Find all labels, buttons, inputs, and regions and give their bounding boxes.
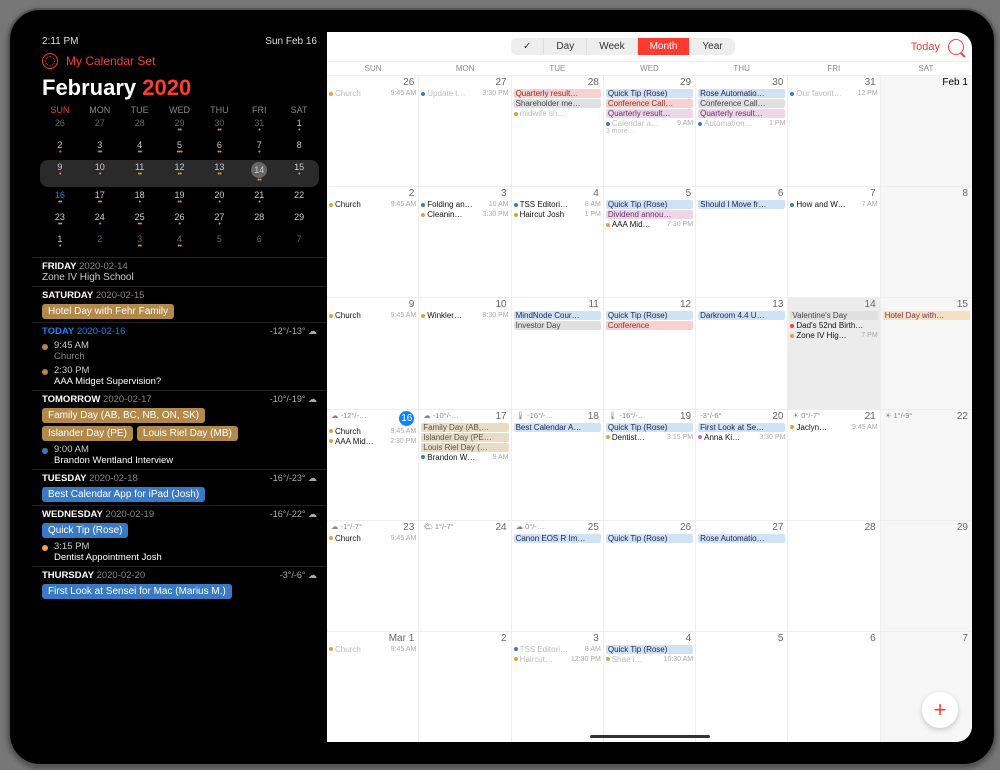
day-cell[interactable]: 7 bbox=[881, 632, 972, 742]
home-indicator bbox=[590, 735, 710, 738]
status-right: ◉ ▮ bbox=[930, 32, 964, 35]
day-cell[interactable]: 26Quick Tip (Rose) bbox=[604, 521, 696, 631]
day-cell[interactable]: 5 bbox=[696, 632, 788, 742]
day-cell[interactable]: 🌡 -16°/-…19Quick Tip (Rose)Dentist…3:15 … bbox=[604, 410, 696, 520]
day-cell[interactable]: 28Quarterly result…Shareholder me…midwif… bbox=[512, 76, 604, 186]
day-cell[interactable]: 29 bbox=[881, 521, 972, 631]
day-cell[interactable]: ☁ -1°/-7°23Church9:45 AM bbox=[327, 521, 419, 631]
sidebar: 2:11 PM Sun Feb 16 My Calendar Set Febru… bbox=[32, 32, 327, 742]
status-date: Sun Feb 16 bbox=[265, 36, 317, 47]
day-cell[interactable]: Feb 1 bbox=[881, 76, 972, 186]
day-cell[interactable]: 28 bbox=[788, 521, 880, 631]
day-cell[interactable]: 27Rose Automatio… bbox=[696, 521, 788, 631]
day-cell[interactable]: 5Quick Tip (Rose)Dividend annou…AAA Mid…… bbox=[604, 187, 696, 297]
day-cell[interactable]: 8 bbox=[881, 187, 972, 297]
view-segmented-control[interactable]: DayWeekMonthYear bbox=[511, 38, 735, 55]
ipad-frame: 2:11 PM Sun Feb 16 My Calendar Set Febru… bbox=[8, 8, 996, 766]
status-bar: 2:11 PM Sun Feb 16 bbox=[32, 32, 327, 49]
today-button[interactable]: Today bbox=[911, 41, 940, 53]
day-cell[interactable]: ☀ 1°/-9°22 bbox=[881, 410, 972, 520]
day-cell[interactable]: 14Valentine's DayDad's 52nd Birth…Zone I… bbox=[788, 298, 880, 408]
agenda-list[interactable]: FRIDAY 2020-02-14Zone IV High SchoolSATU… bbox=[32, 257, 327, 742]
day-cell[interactable]: Mar 1Church9:45 AM bbox=[327, 632, 419, 742]
day-cell[interactable]: 10Winkler…8:30 PM bbox=[419, 298, 511, 408]
search-icon[interactable] bbox=[948, 39, 964, 55]
view-seg-Day[interactable]: Day bbox=[544, 38, 587, 55]
month-title: February 2020 bbox=[32, 73, 327, 105]
month-grid[interactable]: 26Church9:45 AM27Update t…3:30 PM28Quart… bbox=[327, 75, 972, 742]
main-dow-header: SUNMONTUEWEDTHUFRISAT bbox=[327, 62, 972, 75]
screen: 2:11 PM Sun Feb 16 My Calendar Set Febru… bbox=[32, 32, 972, 742]
day-cell[interactable]: 11MindNode Cour…Investor Day bbox=[512, 298, 604, 408]
main-header: DayWeekMonthYear Today bbox=[327, 32, 972, 62]
day-cell[interactable]: 3Folding an…10 AMCleanin…3:30 PM bbox=[419, 187, 511, 297]
day-cell[interactable]: 🌡 -16°/-…18Best Calendar A… bbox=[512, 410, 604, 520]
day-cell[interactable]: 13Darkroom 4.4 U… bbox=[696, 298, 788, 408]
day-cell[interactable]: ☁ -12°/-…16Church9:45 AMAAA Mid…2:30 PM bbox=[327, 410, 419, 520]
day-cell[interactable]: 6Should I Move fr… bbox=[696, 187, 788, 297]
day-cell[interactable]: ☀ 0°/-7°21Jaclyn…9:45 AM bbox=[788, 410, 880, 520]
view-seg-Week[interactable]: Week bbox=[587, 38, 637, 55]
day-cell[interactable]: 30Rose Automatio…Conference Call…Quarter… bbox=[696, 76, 788, 186]
view-seg-check[interactable] bbox=[511, 38, 544, 55]
day-cell[interactable]: 27Update t…3:30 PM bbox=[419, 76, 511, 186]
status-time: 2:11 PM bbox=[42, 36, 79, 47]
view-seg-Month[interactable]: Month bbox=[638, 38, 691, 55]
add-event-button[interactable]: + bbox=[922, 692, 958, 728]
mini-calendar[interactable]: SUNMONTUEWEDTHUFRISAT26272829••30••31•1•… bbox=[32, 105, 327, 253]
day-cell[interactable]: 🌤 1°/-7°24 bbox=[419, 521, 511, 631]
day-cell[interactable]: -3°/-6°20First Look at Se…Anna Ki…3:30 P… bbox=[696, 410, 788, 520]
battery-icon: ▮ bbox=[948, 32, 954, 33]
day-cell[interactable]: 15Hotel Day with… bbox=[881, 298, 972, 408]
wifi-icon: ◉ bbox=[940, 32, 949, 33]
day-cell[interactable]: 31Our favorit…12 PM bbox=[788, 76, 880, 186]
day-cell[interactable]: 29Quick Tip (Rose)Conference Call…Quarte… bbox=[604, 76, 696, 186]
day-cell[interactable]: 4Quick Tip (Rose)Shae i…10:30 AM bbox=[604, 632, 696, 742]
view-seg-Year[interactable]: Year bbox=[690, 38, 734, 55]
day-cell[interactable]: 3TSS Editori…8 AMHaircut…12:30 PM bbox=[512, 632, 604, 742]
day-cell[interactable]: 7How and W…7 AM bbox=[788, 187, 880, 297]
day-cell[interactable]: 6 bbox=[788, 632, 880, 742]
settings-gear-icon[interactable] bbox=[42, 53, 58, 69]
day-cell[interactable]: ☁ 0°/-…25Canon EOS R Im… bbox=[512, 521, 604, 631]
day-cell[interactable]: 4TSS Editori…8 AMHaircut Josh1 PM bbox=[512, 187, 604, 297]
day-cell[interactable]: 2 bbox=[419, 632, 511, 742]
day-cell[interactable]: 9Church9:45 AM bbox=[327, 298, 419, 408]
main-panel: DayWeekMonthYear Today ◉ ▮ SUNMONTUEWEDT… bbox=[327, 32, 972, 742]
day-cell[interactable]: ☁ -10°/-…17Family Day (AB,…Islander Day … bbox=[419, 410, 511, 520]
calendar-set-button[interactable]: My Calendar Set bbox=[66, 54, 155, 68]
day-cell[interactable]: 12Quick Tip (Rose)Conference bbox=[604, 298, 696, 408]
day-cell[interactable]: 2Church9:45 AM bbox=[327, 187, 419, 297]
day-cell[interactable]: 26Church9:45 AM bbox=[327, 76, 419, 186]
